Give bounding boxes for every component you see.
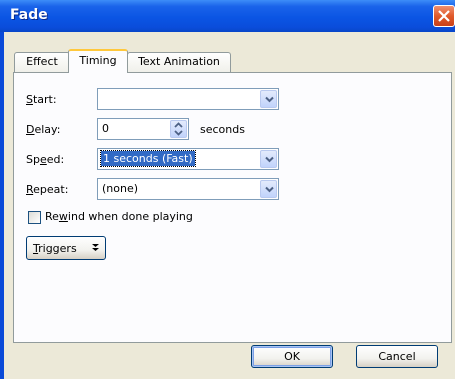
title-bar[interactable]: Fade [0,0,455,32]
chevron-down-icon [265,96,274,103]
spin-up-down-icon [174,122,183,136]
speed-label-accesskey: e [39,153,47,166]
delay-spin-buttons[interactable] [170,120,187,138]
tab-timing[interactable]: Timing [68,49,128,73]
delay-unit-label: seconds [200,123,245,136]
dialog-window: Fade Effect Timing Text Animation Start: [0,0,455,379]
tab-effect[interactable]: Effect [14,52,70,72]
cancel-button-label: Cancel [378,350,416,363]
repeat-label: Repeat: [26,183,69,196]
dialog-body: Effect Timing Text Animation Start: Dela… [4,32,455,379]
repeat-select-value: (none) [102,182,139,195]
tab-text-animation-label: Text Animation [138,55,220,68]
start-dropdown-button[interactable] [260,90,277,108]
tab-effect-label: Effect [26,55,58,68]
timing-tab-panel: Start: Delay: 0 seconds Speed: 1 seconds… [13,72,452,343]
start-select[interactable] [97,88,279,110]
close-icon [438,10,450,22]
chevron-down-icon [265,186,274,193]
ok-button-label: OK [284,350,300,363]
repeat-dropdown-button[interactable] [260,180,277,198]
rewind-checkbox[interactable] [28,211,41,224]
delay-value: 0 [102,122,109,135]
tab-timing-label: Timing [79,54,117,67]
start-label-accesskey: S [26,93,33,106]
close-button[interactable] [433,5,455,27]
tab-text-animation[interactable]: Text Animation [127,52,231,72]
repeat-select[interactable]: (none) [97,178,279,200]
window-title: Fade [10,7,48,23]
speed-label: Speed: [26,153,65,166]
chevron-down-icon [265,156,274,163]
speed-dropdown-button[interactable] [260,150,277,168]
delay-spinbox[interactable]: 0 [97,118,189,140]
triggers-label: Triggers [33,242,77,255]
ok-button[interactable]: OK [251,345,333,368]
double-chevron-down-icon [92,244,99,251]
speed-select-value: 1 seconds (Fast) [100,150,196,167]
cancel-button[interactable]: Cancel [356,345,438,368]
delay-label: Delay: [26,123,61,136]
rewind-label-accesskey: w [58,210,68,223]
speed-select[interactable]: 1 seconds (Fast) [97,148,279,170]
start-label: Start: [26,93,57,106]
rewind-label[interactable]: Rewind when done playing [45,210,193,223]
triggers-button[interactable]: Triggers [26,236,106,260]
